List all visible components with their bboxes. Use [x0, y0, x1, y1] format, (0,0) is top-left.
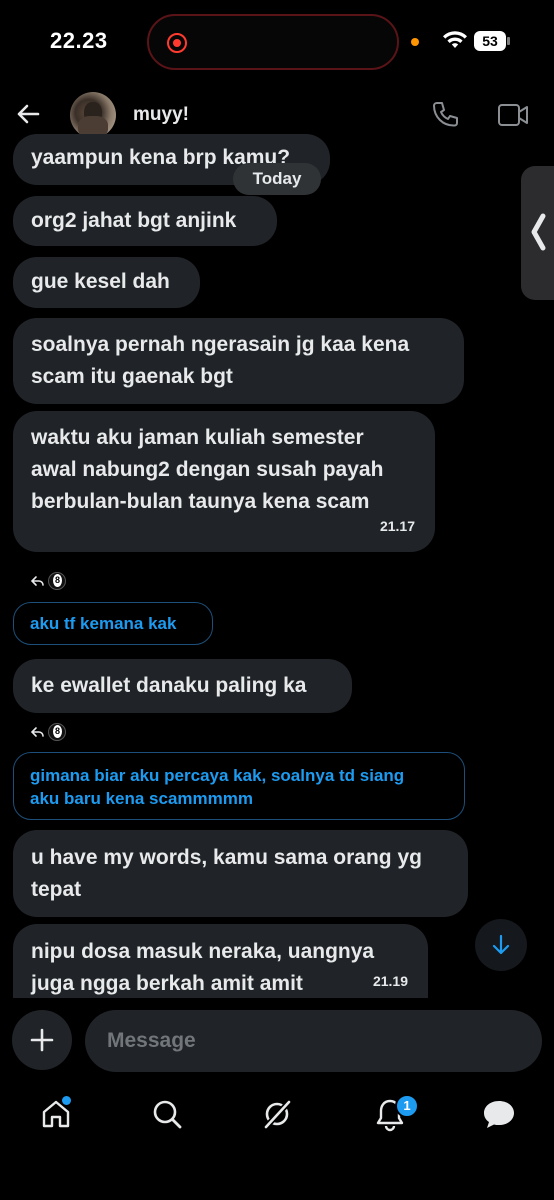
quoted-text: gimana biar aku percaya kak, soalnya td …: [30, 766, 405, 785]
side-panel-handle[interactable]: [521, 166, 554, 300]
message-text: tepat: [31, 878, 82, 901]
message-text: ke ewallet danaku paling ka: [31, 674, 307, 697]
contact-avatar[interactable]: [70, 92, 116, 138]
video-call-icon[interactable]: [497, 102, 529, 128]
add-attachment-button[interactable]: [12, 1010, 72, 1070]
plus-icon: [30, 1028, 54, 1052]
message-text: juga ngga berkah amit amit: [31, 972, 303, 995]
message-bubble[interactable]: waktu aku jaman kuliah semester awal nab…: [13, 411, 435, 552]
back-arrow-icon[interactable]: [14, 100, 42, 128]
message-text: berbulan-bulan taunya kena scam: [31, 490, 370, 513]
message-text: awal nabung2 dengan susah payah: [31, 458, 384, 481]
phone-call-icon[interactable]: [430, 100, 460, 130]
scroll-to-bottom-button[interactable]: [475, 919, 527, 971]
messages-tab-icon[interactable]: [482, 1098, 516, 1130]
date-divider: Today: [233, 163, 321, 195]
reply-indicator: [30, 723, 66, 741]
wifi-icon: [443, 31, 467, 48]
reply-arrow-icon: [30, 727, 44, 737]
message-timestamp: 21.19: [372, 973, 408, 989]
quoted-text: aku tf kemana kak: [30, 614, 177, 633]
search-tab-icon[interactable]: [151, 1098, 183, 1130]
message-bubble[interactable]: soalnya pernah ngerasain jg kaa kena sca…: [13, 318, 464, 404]
message-text: gue kesel dah: [31, 270, 170, 293]
quoted-reply[interactable]: aku tf kemana kak: [13, 602, 213, 645]
message-text: waktu aku jaman kuliah semester: [31, 426, 364, 449]
battery-tip: [507, 37, 510, 45]
eight-ball-icon: [48, 572, 66, 590]
notification-badge: 1: [395, 1094, 419, 1118]
arrow-down-icon: [492, 934, 510, 955]
message-bubble[interactable]: ke ewallet danaku paling ka: [13, 659, 352, 713]
mic-indicator-icon: [411, 38, 419, 46]
contact-name[interactable]: muyy!: [133, 104, 189, 126]
reply-arrow-icon: [30, 576, 44, 586]
message-timestamp: 21.17: [379, 518, 415, 534]
battery-level: 53: [474, 31, 506, 51]
message-input[interactable]: [85, 1010, 542, 1072]
message-bubble[interactable]: org2 jahat bgt anjink: [13, 196, 277, 246]
quoted-text: aku baru kena scammmmm: [30, 789, 253, 808]
message-text: soalnya pernah ngerasain jg kaa kena: [31, 333, 410, 356]
message-text: scam itu gaenak bgt: [31, 365, 233, 388]
chevron-left-icon: [529, 212, 547, 257]
quoted-reply[interactable]: gimana biar aku percaya kak, soalnya td …: [13, 752, 465, 820]
message-bubble[interactable]: u have my words, kamu sama orang yg tepa…: [13, 830, 468, 917]
home-unread-dot: [62, 1096, 71, 1105]
status-time: 22.23: [50, 28, 108, 53]
message-text: org2 jahat bgt anjink: [31, 209, 237, 232]
message-text: u have my words, kamu sama orang yg: [31, 846, 422, 869]
reply-indicator: [30, 572, 66, 590]
message-text: nipu dosa masuk neraka, uangnya: [31, 940, 375, 963]
grok-tab-icon[interactable]: [261, 1098, 293, 1130]
message-bubble[interactable]: gue kesel dah: [13, 257, 200, 308]
recording-icon: [167, 33, 187, 53]
dynamic-island: [147, 14, 399, 70]
message-bubble[interactable]: nipu dosa masuk neraka, uangnya juga ngg…: [13, 924, 428, 998]
eight-ball-icon: [48, 723, 66, 741]
